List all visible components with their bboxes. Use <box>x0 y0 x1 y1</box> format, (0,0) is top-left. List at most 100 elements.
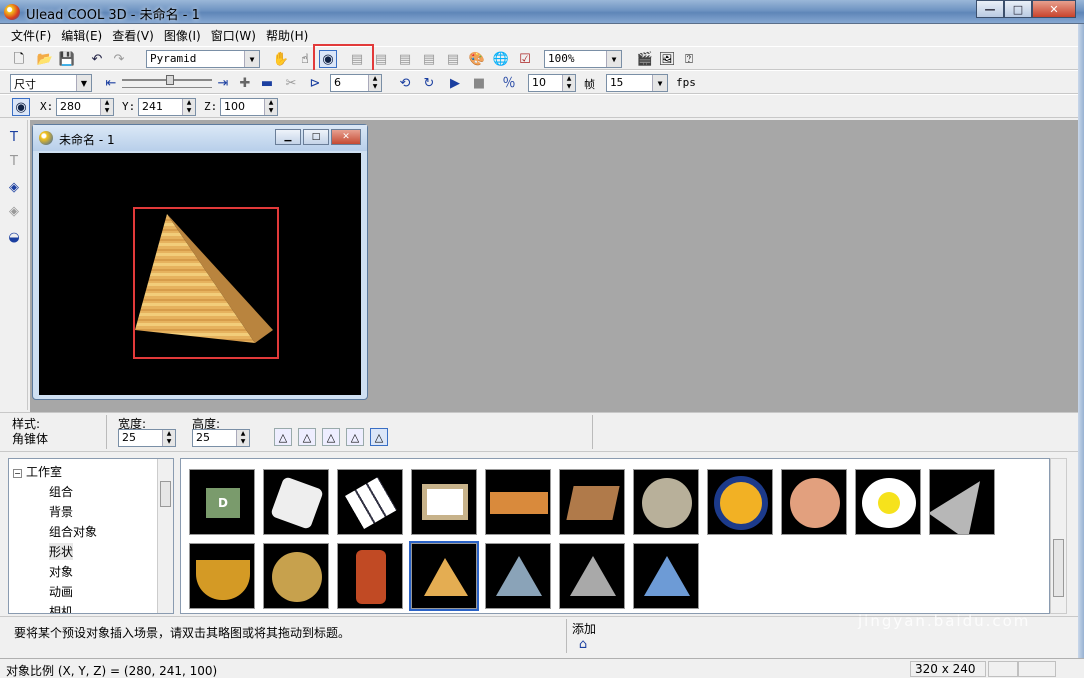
new-file-icon[interactable]: 🗋 <box>10 50 28 68</box>
chevron-down-icon[interactable]: ▼ <box>606 51 621 67</box>
insert-text-icon[interactable]: T <box>5 128 23 146</box>
pyramid-style-2-icon[interactable]: △ <box>298 428 316 446</box>
menu-help[interactable]: 帮助(H) <box>261 25 313 46</box>
open-folder-icon[interactable]: 📂 <box>36 50 54 68</box>
minimize-button[interactable]: — <box>976 0 1004 18</box>
thumb-coin[interactable] <box>633 469 699 535</box>
camera-icon[interactable]: ◒ <box>5 228 23 246</box>
chevron-down-icon[interactable]: ▼ <box>244 51 259 67</box>
smooth-path-icon[interactable]: ％ <box>500 74 518 92</box>
thumb-letter-block[interactable]: D <box>189 469 255 535</box>
add-to-library-icon[interactable]: ⌂ <box>574 635 592 653</box>
thumb-can[interactable] <box>337 543 403 609</box>
thumb-bowl[interactable] <box>189 543 255 609</box>
title-bar[interactable]: Ulead COOL 3D - 未命名 - 1 — □ ✕ <box>0 0 1084 24</box>
thumb-frame[interactable] <box>411 469 477 535</box>
doc-minimize-button[interactable]: ▁ <box>275 129 301 145</box>
menu-window[interactable]: 窗口(W) <box>206 25 261 46</box>
tree-item-object[interactable]: 对象 <box>49 563 73 580</box>
render-canvas[interactable] <box>39 153 361 395</box>
doc-maximize-button[interactable]: □ <box>303 129 329 145</box>
menu-edit[interactable]: 编辑(E) <box>56 25 107 46</box>
frames-label: 帧 <box>584 78 595 91</box>
timeline-slider[interactable] <box>122 75 212 91</box>
play-icon[interactable]: ▶ <box>446 74 464 92</box>
pyramid-style-4-icon[interactable]: △ <box>346 428 364 446</box>
window-border <box>1078 24 1084 658</box>
tree-item-shape[interactable]: 形状 <box>49 543 74 560</box>
mode-combo[interactable]: 尺寸 ▼ <box>10 74 92 92</box>
rotate-hand-icon[interactable]: ☝ <box>296 50 314 68</box>
pyramid-style-5-icon[interactable]: △ <box>370 428 388 446</box>
thumb-first-badge[interactable] <box>707 469 773 535</box>
thumb-egg[interactable] <box>855 469 921 535</box>
y-spinner[interactable]: 241 ▲ ▼ <box>138 98 196 116</box>
thumb-cone[interactable] <box>929 469 995 535</box>
frame-number-spinner[interactable]: 6 ▲ ▼ <box>330 74 382 92</box>
pyramid-style-3-icon[interactable]: △ <box>322 428 340 446</box>
menu-view[interactable]: 查看(V) <box>107 25 159 46</box>
tree-item-animation[interactable]: 动画 <box>49 583 73 600</box>
maximize-button[interactable]: □ <box>1004 0 1032 18</box>
chevron-down-icon[interactable]: ▼ <box>76 75 91 91</box>
height-spinner[interactable]: 25 ▲ ▼ <box>192 429 250 447</box>
tree-item-group-object[interactable]: 组合对象 <box>49 523 97 540</box>
fps-label: fps <box>676 76 696 89</box>
paint-icon[interactable]: 🎨 <box>468 50 486 68</box>
thumb-pyramid-wood[interactable] <box>409 541 479 611</box>
object-combo[interactable]: Pyramid ▼ <box>146 50 260 68</box>
properties-icon[interactable]: ☑ <box>516 50 534 68</box>
menu-image[interactable]: 图像(I) <box>159 25 206 46</box>
tree-item-camera[interactable]: 相机 <box>49 603 73 613</box>
thumb-pyramid-marble[interactable] <box>485 543 551 609</box>
flip-icon[interactable]: ⊳ <box>306 74 324 92</box>
redo-icon[interactable]: ↷ <box>110 50 128 68</box>
render-icon[interactable]: 🎬 <box>636 50 654 68</box>
tree-root[interactable]: − 工作室 <box>13 463 62 480</box>
remove-keyframe-icon[interactable]: ▬ <box>258 74 276 92</box>
doc-close-button[interactable]: ✕ <box>331 129 361 145</box>
thumb-cork-board[interactable] <box>559 469 625 535</box>
insert-object-icon[interactable]: ◈ <box>5 178 23 196</box>
help-pointer-icon[interactable]: ⍰ <box>680 50 698 68</box>
gallery-scrollbar[interactable] <box>1050 458 1067 614</box>
save-icon[interactable]: 💾 <box>58 50 76 68</box>
loop-icon[interactable]: ⟲ <box>396 74 414 92</box>
chevron-down-icon[interactable]: ▼ <box>652 75 667 91</box>
stop-icon[interactable]: ■ <box>470 74 488 92</box>
zoom-combo[interactable]: 100% ▼ <box>544 50 622 68</box>
undo-icon[interactable]: ↶ <box>88 50 106 68</box>
menu-file[interactable]: 文件(F) <box>6 25 56 46</box>
tree-scrollbar[interactable] <box>157 459 173 613</box>
tree-item-background[interactable]: 背景 <box>49 503 73 520</box>
pyramid-style-1-icon[interactable]: △ <box>274 428 292 446</box>
thumb-button[interactable] <box>781 469 847 535</box>
status-cell <box>1018 661 1056 677</box>
globe-icon[interactable]: 🌐 <box>492 50 510 68</box>
reverse-icon: ✂ <box>285 75 297 91</box>
x-spinner[interactable]: 280 ▲ ▼ <box>56 98 114 116</box>
style-value: 角锥体 <box>12 432 49 446</box>
scale-mode-icon[interactable]: ◉ <box>12 98 30 116</box>
ping-pong-icon[interactable]: ↻ <box>420 74 438 92</box>
width-spinner[interactable]: 25 ▲ ▼ <box>118 429 176 447</box>
tree-item-group[interactable]: 组合 <box>49 483 73 500</box>
thumb-rubiks-cube[interactable] <box>337 469 403 535</box>
close-button[interactable]: ✕ <box>1032 0 1076 18</box>
hand-pan-icon[interactable]: ✋ <box>272 50 290 68</box>
document-window[interactable]: 未命名 - 1 ▁ □ ✕ <box>32 124 368 400</box>
z-spinner[interactable]: 100 ▲ ▼ <box>220 98 278 116</box>
thumb-pyramid-glass[interactable] <box>633 543 699 609</box>
total-frames-spinner[interactable]: 10 ▲ ▼ <box>528 74 576 92</box>
app-icon[interactable] <box>4 4 20 20</box>
thumb-dice[interactable] <box>263 469 329 535</box>
palette-icon[interactable]: 🖼 <box>658 50 676 68</box>
add-keyframe-icon[interactable]: ✚ <box>236 74 254 92</box>
thumb-pyramid-stone[interactable] <box>559 543 625 609</box>
document-title-bar[interactable]: 未命名 - 1 ▁ □ ✕ <box>33 125 367 151</box>
first-frame-icon[interactable]: ⇤ <box>102 74 120 92</box>
thumb-wood-plank[interactable] <box>485 469 551 535</box>
thumb-lock[interactable] <box>263 543 329 609</box>
fps-combo[interactable]: 15 ▼ <box>606 74 668 92</box>
last-frame-icon[interactable]: ⇥ <box>214 74 232 92</box>
